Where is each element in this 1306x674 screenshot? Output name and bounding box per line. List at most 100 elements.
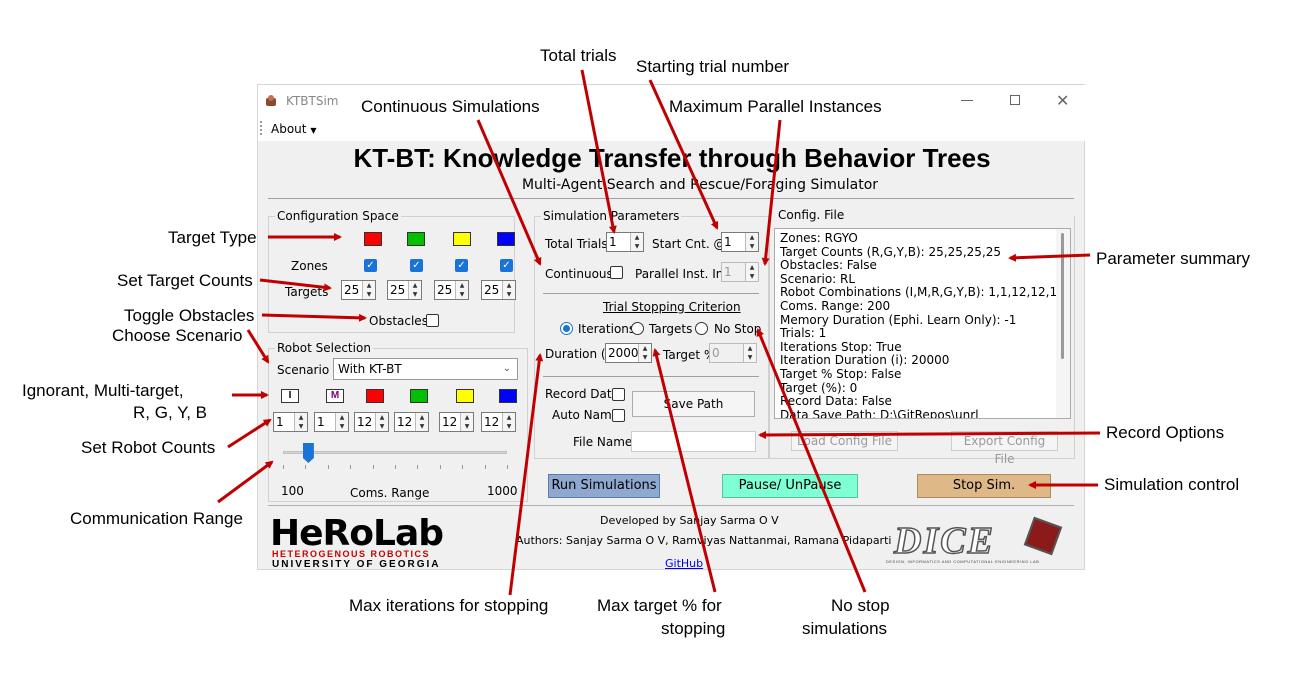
com-range-slider[interactable] bbox=[281, 440, 509, 470]
slider-tick bbox=[305, 465, 307, 469]
slider-tick bbox=[507, 465, 508, 469]
robot-count-red[interactable]: 12 ▲ ▼ bbox=[354, 412, 389, 432]
targets-radio[interactable] bbox=[631, 322, 644, 335]
config-line: Iterations Stop: True bbox=[780, 339, 902, 354]
parallel-input[interactable]: 1 ▲ ▼ bbox=[721, 262, 759, 282]
robot-type-multi[interactable]: M bbox=[326, 389, 344, 403]
start-cnt-input[interactable]: 1 ▲ ▼ bbox=[721, 232, 759, 252]
annotation-sim-control: Simulation control bbox=[1104, 475, 1240, 494]
annotation-robot-types-2: R, G, Y, B bbox=[133, 403, 208, 422]
nostop-radio[interactable] bbox=[695, 322, 708, 335]
app-icon bbox=[264, 94, 279, 108]
spinner-icon[interactable]: ▲ ▼ bbox=[375, 413, 388, 431]
target-count-yellow[interactable]: 25 ▲ ▼ bbox=[434, 280, 469, 300]
targets-radio-label: Targets bbox=[649, 322, 693, 336]
target-swatch-green[interactable] bbox=[407, 232, 425, 246]
github-link[interactable]: GitHub bbox=[665, 557, 703, 570]
target-count-red[interactable]: 25 ▲ ▼ bbox=[341, 280, 376, 300]
robot-count-green[interactable]: 12 ▲ ▼ bbox=[394, 412, 429, 432]
spinner-icon[interactable]: ▲ ▼ bbox=[335, 413, 348, 431]
stopping-label: Trial Stopping Criterion bbox=[603, 300, 741, 314]
total-trials-input[interactable]: 1 ▲ ▼ bbox=[606, 232, 644, 252]
spinner-icon[interactable]: ▲ ▼ bbox=[415, 413, 428, 431]
obstacles-checkbox[interactable] bbox=[426, 314, 439, 327]
robot-count-ignorant[interactable]: 1 ▲ ▼ bbox=[273, 412, 308, 432]
config-line: Robot Combinations (I,M,R,G,Y,B): 1,1,12… bbox=[780, 285, 1071, 300]
spinner-icon[interactable]: ▲ ▼ bbox=[362, 281, 375, 299]
parallel-label: Parallel Inst. Int. bbox=[635, 267, 732, 281]
config-file-textbox[interactable]: Zones: RGYO Target Counts (R,G,Y,B): 25,2… bbox=[774, 228, 1071, 419]
run-simulations-button[interactable]: Run Simulations bbox=[548, 474, 660, 498]
slider-tick bbox=[372, 465, 374, 469]
menu-about-label: About bbox=[271, 122, 307, 136]
zone-checkbox-green[interactable]: ✓ bbox=[410, 259, 423, 272]
spinner-icon[interactable]: ▲ ▼ bbox=[502, 413, 515, 431]
target-swatch-red[interactable] bbox=[364, 232, 382, 246]
dice-wordmark: DICE bbox=[893, 519, 995, 563]
target-count-green[interactable]: 25 ▲ ▼ bbox=[387, 280, 422, 300]
spinner-icon[interactable]: ▲ ▼ bbox=[743, 344, 756, 362]
continuous-checkbox[interactable] bbox=[610, 266, 623, 279]
spinner-icon[interactable]: ▲ ▼ bbox=[630, 233, 643, 251]
stop-sim-button[interactable]: Stop Sim. bbox=[917, 474, 1051, 498]
divider bbox=[543, 293, 759, 294]
robot-count-blue[interactable]: 12 ▲ ▼ bbox=[481, 412, 516, 432]
total-trials-label: Total Trials bbox=[545, 237, 608, 251]
header-divider bbox=[268, 198, 1074, 199]
total-trials-value: 1 bbox=[609, 235, 617, 249]
target-count-yellow-value: 25 bbox=[437, 283, 453, 297]
spinner-icon[interactable]: ▲ ▼ bbox=[745, 263, 758, 281]
maximize-icon[interactable] bbox=[1010, 95, 1020, 105]
iterations-radio[interactable] bbox=[560, 322, 573, 335]
config-line: Iteration Duration (i): 20000 bbox=[780, 353, 950, 368]
config-line: Trials: 1 bbox=[780, 326, 827, 341]
spinner-icon[interactable]: ▲ ▼ bbox=[502, 281, 515, 299]
robot-count-ignorant-value: 1 bbox=[276, 415, 284, 429]
menu-bar: About ▼ bbox=[258, 117, 1086, 141]
scenario-select[interactable]: With KT-BT ⌄ bbox=[333, 358, 518, 380]
spinner-icon[interactable]: ▲ ▼ bbox=[294, 413, 307, 431]
robot-count-red-value: 12 bbox=[357, 415, 373, 429]
target-swatch-yellow[interactable] bbox=[453, 232, 471, 246]
spinner-icon[interactable]: ▲ ▼ bbox=[408, 281, 421, 299]
robot-count-yellow[interactable]: 12 ▲ ▼ bbox=[439, 412, 474, 432]
robot-type-green[interactable] bbox=[410, 389, 428, 403]
load-config-button[interactable]: Load Config File bbox=[791, 431, 898, 451]
robot-count-multi[interactable]: 1 ▲ ▼ bbox=[314, 412, 349, 432]
duration-input[interactable]: 2000 ▲ ▼ bbox=[605, 343, 652, 363]
spinner-icon[interactable]: ▲ ▼ bbox=[745, 233, 758, 251]
scrollbar-thumb[interactable] bbox=[1061, 233, 1064, 359]
spinner-icon[interactable]: ▲ ▼ bbox=[455, 281, 468, 299]
robot-type-yellow[interactable] bbox=[456, 389, 474, 403]
zone-checkbox-yellow[interactable]: ✓ bbox=[455, 259, 468, 272]
config-line: Record Data: False bbox=[780, 394, 892, 409]
app-window: KTBTSim ✕ About ▼ KT-BT: Knowledge Trans… bbox=[257, 84, 1086, 570]
auto-name-checkbox[interactable] bbox=[612, 409, 625, 422]
save-path-button[interactable]: Save Path bbox=[632, 391, 755, 417]
robot-type-ignorant[interactable]: I bbox=[281, 389, 299, 403]
target-count-blue[interactable]: 25 ▲ ▼ bbox=[481, 280, 516, 300]
menu-about[interactable]: About ▼ bbox=[271, 122, 316, 136]
export-config-button[interactable]: Export Config File bbox=[951, 431, 1058, 466]
annotation-max-target-2: stopping bbox=[661, 619, 726, 638]
pause-button[interactable]: Pause/ UnPause bbox=[722, 474, 858, 498]
continuous-label: Continuous bbox=[545, 267, 613, 281]
scrollbar[interactable] bbox=[1056, 229, 1070, 418]
minimize-icon[interactable] bbox=[961, 100, 973, 101]
spinner-icon[interactable]: ▲ ▼ bbox=[460, 413, 473, 431]
slider-tick bbox=[462, 465, 464, 469]
file-name-input[interactable] bbox=[631, 431, 756, 452]
target-swatch-blue[interactable] bbox=[497, 232, 515, 246]
target-pct-input[interactable]: 0 ▲ ▼ bbox=[709, 343, 757, 363]
close-icon[interactable]: ✕ bbox=[1056, 91, 1069, 111]
file-name-label: File Name bbox=[573, 435, 633, 449]
nostop-label: No Stop bbox=[714, 322, 762, 336]
zone-checkbox-red[interactable]: ✓ bbox=[364, 259, 377, 272]
robot-type-red[interactable] bbox=[366, 389, 384, 403]
spinner-icon[interactable]: ▲ ▼ bbox=[638, 344, 651, 362]
robot-type-blue[interactable] bbox=[499, 389, 517, 403]
record-data-checkbox[interactable] bbox=[612, 388, 625, 401]
annotation-set-target-counts: Set Target Counts bbox=[117, 271, 253, 290]
slider-thumb[interactable] bbox=[302, 443, 314, 463]
zone-checkbox-blue[interactable]: ✓ bbox=[500, 259, 513, 272]
